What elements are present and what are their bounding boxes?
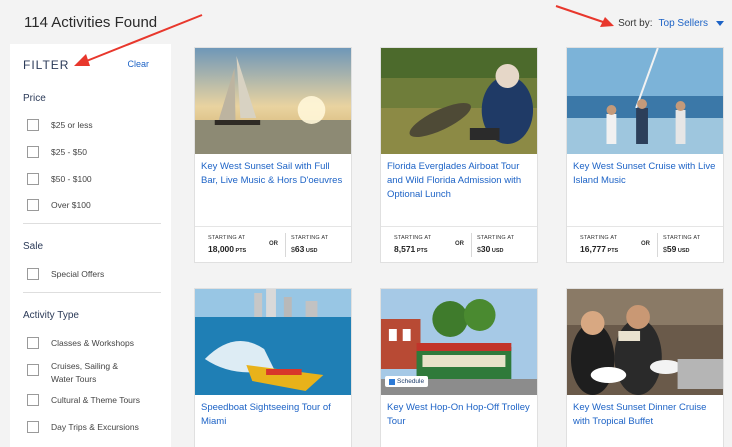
card-title-link[interactable]: Key West Hop-On Hop-Off Trolley Tour — [381, 395, 537, 447]
checkbox[interactable] — [27, 268, 39, 280]
sort-label: Sort by: — [618, 18, 653, 29]
activity-card[interactable]: Schedule Key West Hop-On Hop-Off Trolley… — [380, 288, 538, 447]
card-title-link[interactable]: Key West Sunset Sail with Full Bar, Live… — [195, 154, 351, 226]
annotation-arrow-icon — [74, 14, 203, 66]
price-block: STARTING AT 18,000 PTS OR STARTING AT $63 … — [195, 226, 351, 262]
schedule-icon — [389, 378, 395, 385]
activity-type-option[interactable]: Cultural & Theme Tours — [27, 394, 140, 407]
activity-card[interactable]: Speedboat Sightseeing Tour of Miami — [194, 288, 352, 447]
usd-price: STARTING AT $59 USD — [663, 235, 701, 254]
price-option[interactable]: Over $100 — [27, 199, 91, 212]
speedboat-photo[interactable] — [195, 289, 351, 395]
price-option[interactable]: $50 - $100 — [27, 173, 92, 186]
sailboat-photo[interactable] — [195, 48, 351, 154]
activity-card[interactable]: Key West Sunset Cruise with Live Island … — [566, 47, 724, 263]
points-price: STARTING AT 18,000 PTS — [208, 235, 247, 254]
divider — [657, 233, 658, 257]
filter-title: FILTER — [23, 58, 70, 72]
activity-type-option[interactable]: Day Trips & Excursions — [27, 421, 139, 434]
annotation-arrow-icon — [555, 5, 614, 27]
points-price: STARTING AT 16,777 PTS — [580, 235, 619, 254]
checkbox[interactable] — [27, 173, 39, 185]
usd-price: STARTING AT $30 USD — [477, 235, 515, 254]
card-title-link[interactable]: Speedboat Sightseeing Tour of Miami — [195, 395, 351, 447]
activity-type-option[interactable]: Cruises, Sailing & Water Tours — [27, 360, 137, 386]
filter-sidebar: FILTER Clear Price $25 or less $25 - $50… — [10, 44, 171, 447]
price-option[interactable]: $25 or less — [27, 119, 93, 132]
sale-option[interactable]: Special Offers — [27, 268, 104, 281]
checkbox[interactable] — [27, 394, 39, 406]
schedule-badge: Schedule — [385, 376, 429, 387]
points-price: STARTING AT 8,571 PTS — [394, 235, 432, 254]
or-label: OR — [269, 241, 278, 247]
sort-value: Top Sellers — [658, 18, 708, 29]
alligator-photo[interactable] — [381, 48, 537, 154]
checkbox[interactable] — [27, 119, 39, 131]
card-title-link[interactable]: Key West Sunset Dinner Cruise with Tropi… — [567, 395, 723, 447]
chevron-down-icon — [716, 21, 724, 26]
checkbox[interactable] — [27, 421, 39, 433]
activity-card[interactable]: Florida Everglades Airboat Tour and Wild… — [380, 47, 538, 263]
price-block: STARTING AT 16,777 PTS OR STARTING AT $59 … — [567, 226, 723, 262]
sale-section-title: Sale — [23, 241, 44, 252]
price-option[interactable]: $25 - $50 — [27, 146, 87, 159]
sort-dropdown[interactable]: Top Sellers — [659, 18, 724, 29]
cruise-deck-photo[interactable] — [567, 48, 723, 154]
checkbox[interactable] — [27, 146, 39, 158]
checkbox[interactable] — [27, 337, 39, 349]
activity-card[interactable]: Key West Sunset Sail with Full Bar, Live… — [194, 47, 352, 263]
checkbox[interactable] — [27, 199, 39, 211]
activity-type-option[interactable]: Classes & Workshops — [27, 337, 134, 350]
sort-control: Sort by: Top Sellers — [618, 18, 724, 29]
usd-price: STARTING AT $63 USD — [291, 235, 329, 254]
dinner-cruise-photo[interactable] — [567, 289, 723, 395]
divider — [23, 292, 161, 293]
divider — [23, 223, 161, 224]
divider — [285, 233, 286, 257]
card-title-link[interactable]: Florida Everglades Airboat Tour and Wild… — [381, 154, 537, 226]
divider — [471, 233, 472, 257]
price-section-title: Price — [23, 93, 46, 104]
or-label: OR — [455, 241, 464, 247]
price-block: STARTING AT 8,571 PTS OR STARTING AT $30 U… — [381, 226, 537, 262]
checkbox[interactable] — [27, 364, 39, 376]
or-label: OR — [641, 241, 650, 247]
card-title-link[interactable]: Key West Sunset Cruise with Live Island … — [567, 154, 723, 226]
activity-card[interactable]: Key West Sunset Dinner Cruise with Tropi… — [566, 288, 724, 447]
activity-type-section-title: Activity Type — [23, 310, 79, 321]
